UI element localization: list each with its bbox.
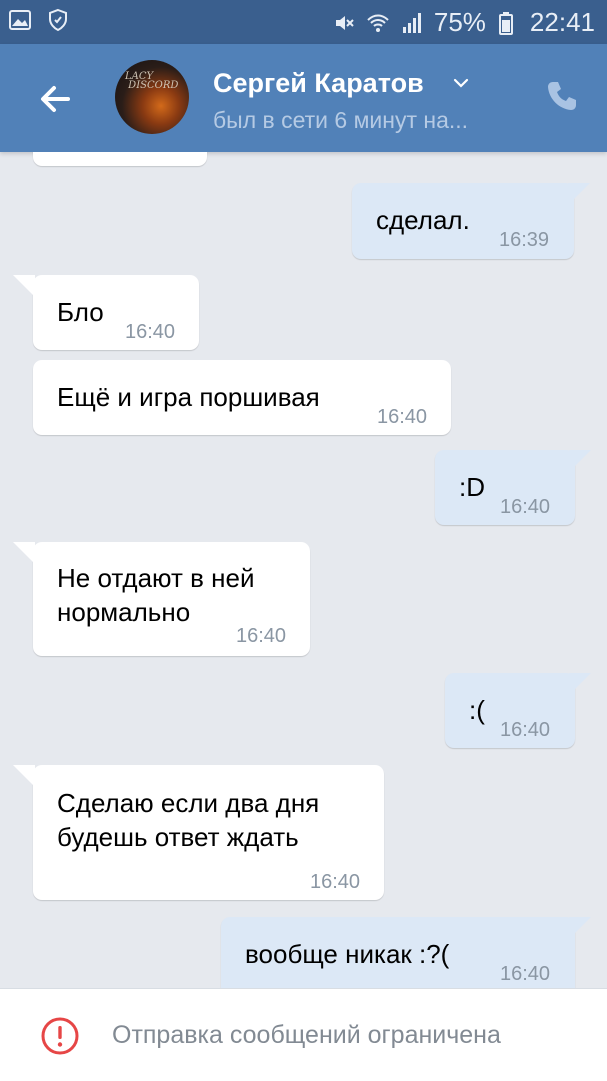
bubble-tail [568,183,590,205]
bubble-tail [13,275,35,297]
avatar-logo-text: LACY DISCORD [125,71,179,91]
phone-icon[interactable] [544,78,580,114]
message-time: 16:40 [500,496,551,518]
warning-icon [41,1017,79,1055]
message-bubble-out[interactable]: сделал. 16:39 [352,183,574,259]
mute-icon [335,15,354,30]
back-arrow-icon[interactable] [34,78,76,120]
message-text: :( [469,695,485,725]
clock: 22:41 [529,7,595,37]
bubble-tail [569,450,591,472]
message-list[interactable]: сделал. 16:39 Бло 16:40 Ещё и игра порши… [0,152,607,988]
message-bubble-in[interactable]: Бло 16:40 [33,275,199,350]
message-text-line: Сделаю если два дня [57,788,320,818]
messaging-restricted-bar: Отправка сообщений ограничена [0,988,607,1081]
bubble-tail [13,542,35,564]
shield-icon [49,8,67,32]
battery-percent: 75% [433,7,486,37]
restriction-notice: Отправка сообщений ограничена [112,1021,501,1049]
battery-icon [498,11,513,35]
chat-header: LACY DISCORD Сергей Каратов был в сети 6… [0,44,607,152]
message-bubble-in[interactable]: Ещё и игра поршивая 16:40 [33,360,451,435]
message-time: 16:40 [125,321,176,343]
message-bubble-partial [33,152,207,166]
message-text-line: нормально [57,597,191,627]
message-time: 16:39 [499,229,550,251]
message-time: 16:40 [500,719,551,741]
message-time: 16:40 [500,963,551,985]
message-time: 16:40 [377,406,428,428]
gallery-icon [9,10,31,30]
avatar[interactable]: LACY DISCORD [115,60,189,134]
message-time: 16:40 [236,625,287,647]
message-bubble-in[interactable]: Не отдают в ней нормально 16:40 [33,542,310,656]
chevron-down-icon[interactable] [452,74,470,92]
bubble-tail [13,765,35,787]
message-text: вообще никак :?( [245,939,450,969]
status-bar: 75% 22:41 [0,0,607,44]
wifi-icon [367,14,389,32]
bubble-tail [569,917,591,939]
message-bubble-out[interactable]: :( 16:40 [445,673,575,748]
message-text: Бло [57,297,104,327]
message-bubble-out[interactable]: :D 16:40 [435,450,575,525]
bubble-tail [569,673,591,695]
message-text: :D [459,472,485,502]
signal-icon [402,12,421,33]
contact-status: был в сети 6 минут на... [213,107,469,133]
message-text: Ещё и игра поршивая [57,382,320,412]
message-bubble-out[interactable]: вообще никак :?( 16:40 [221,917,575,988]
contact-name[interactable]: Сергей Каратов [213,68,424,99]
message-text-line: будешь ответ ждать [57,822,299,852]
message-bubble-in[interactable]: Сделаю если два дня будешь ответ ждать 1… [33,765,384,900]
message-time: 16:40 [310,871,361,893]
message-text-line: Не отдают в ней [57,563,255,593]
message-text: сделал. [376,205,470,235]
